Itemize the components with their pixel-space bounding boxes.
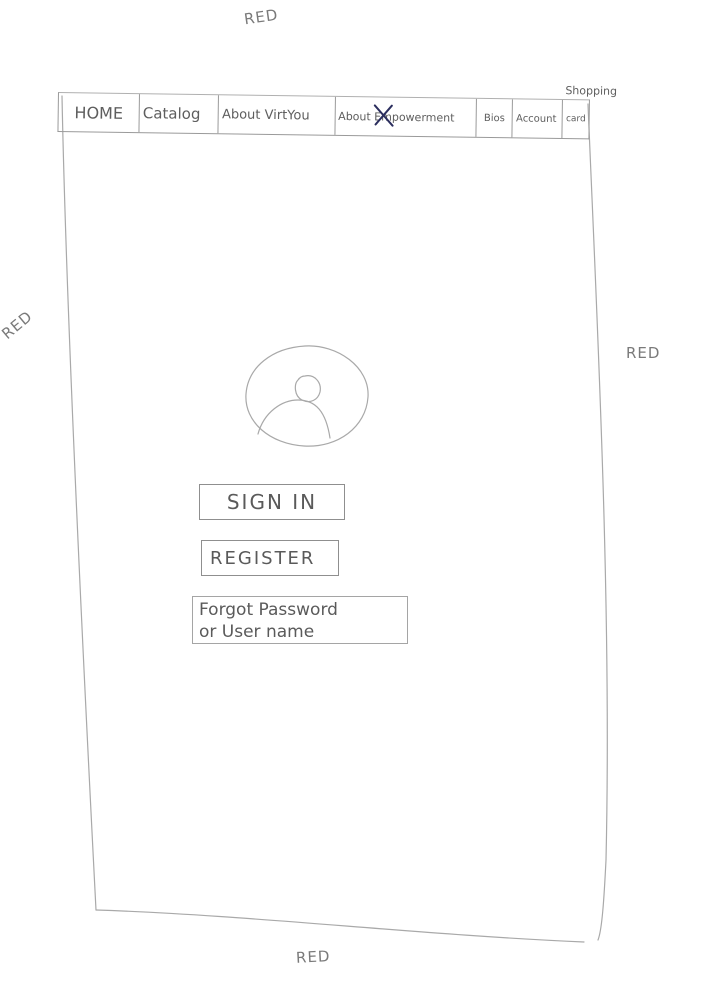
forgot-password-line1: Forgot Password xyxy=(199,600,338,620)
shopping-cart-label-top: Shopping xyxy=(565,84,618,98)
strike-x-icon xyxy=(371,102,395,128)
nav-shopping-cart[interactable]: Shopping card xyxy=(563,84,617,138)
nav-home[interactable]: HOME xyxy=(58,93,141,133)
register-button[interactable]: REGISTER xyxy=(201,540,339,576)
forgot-password-line2: or User name xyxy=(199,622,315,642)
nav-about-empowerment[interactable]: About Empowerment xyxy=(334,96,478,137)
nav-about-empowerment-label: About Empowerment xyxy=(338,109,455,125)
nav-bios[interactable]: Bios xyxy=(476,98,514,138)
page-frame xyxy=(61,95,608,943)
user-avatar-icon xyxy=(242,342,372,452)
wireframe-page: RED RED RED RED HOME Catalog About VirtY… xyxy=(0,0,702,990)
main-nav: HOME Catalog About VirtYou About Empower… xyxy=(57,84,617,140)
nav-catalog[interactable]: Catalog xyxy=(139,94,220,134)
sign-in-button[interactable]: SIGN IN xyxy=(199,484,345,520)
forgot-password-link[interactable]: Forgot Password or User name xyxy=(192,596,408,644)
color-note-right: RED xyxy=(626,344,661,362)
nav-about-virtyou[interactable]: About VirtYou xyxy=(218,95,336,135)
color-note-bottom: RED xyxy=(295,947,331,967)
shopping-cart-label-bottom: card xyxy=(565,114,586,125)
nav-account[interactable]: Account xyxy=(512,99,564,139)
